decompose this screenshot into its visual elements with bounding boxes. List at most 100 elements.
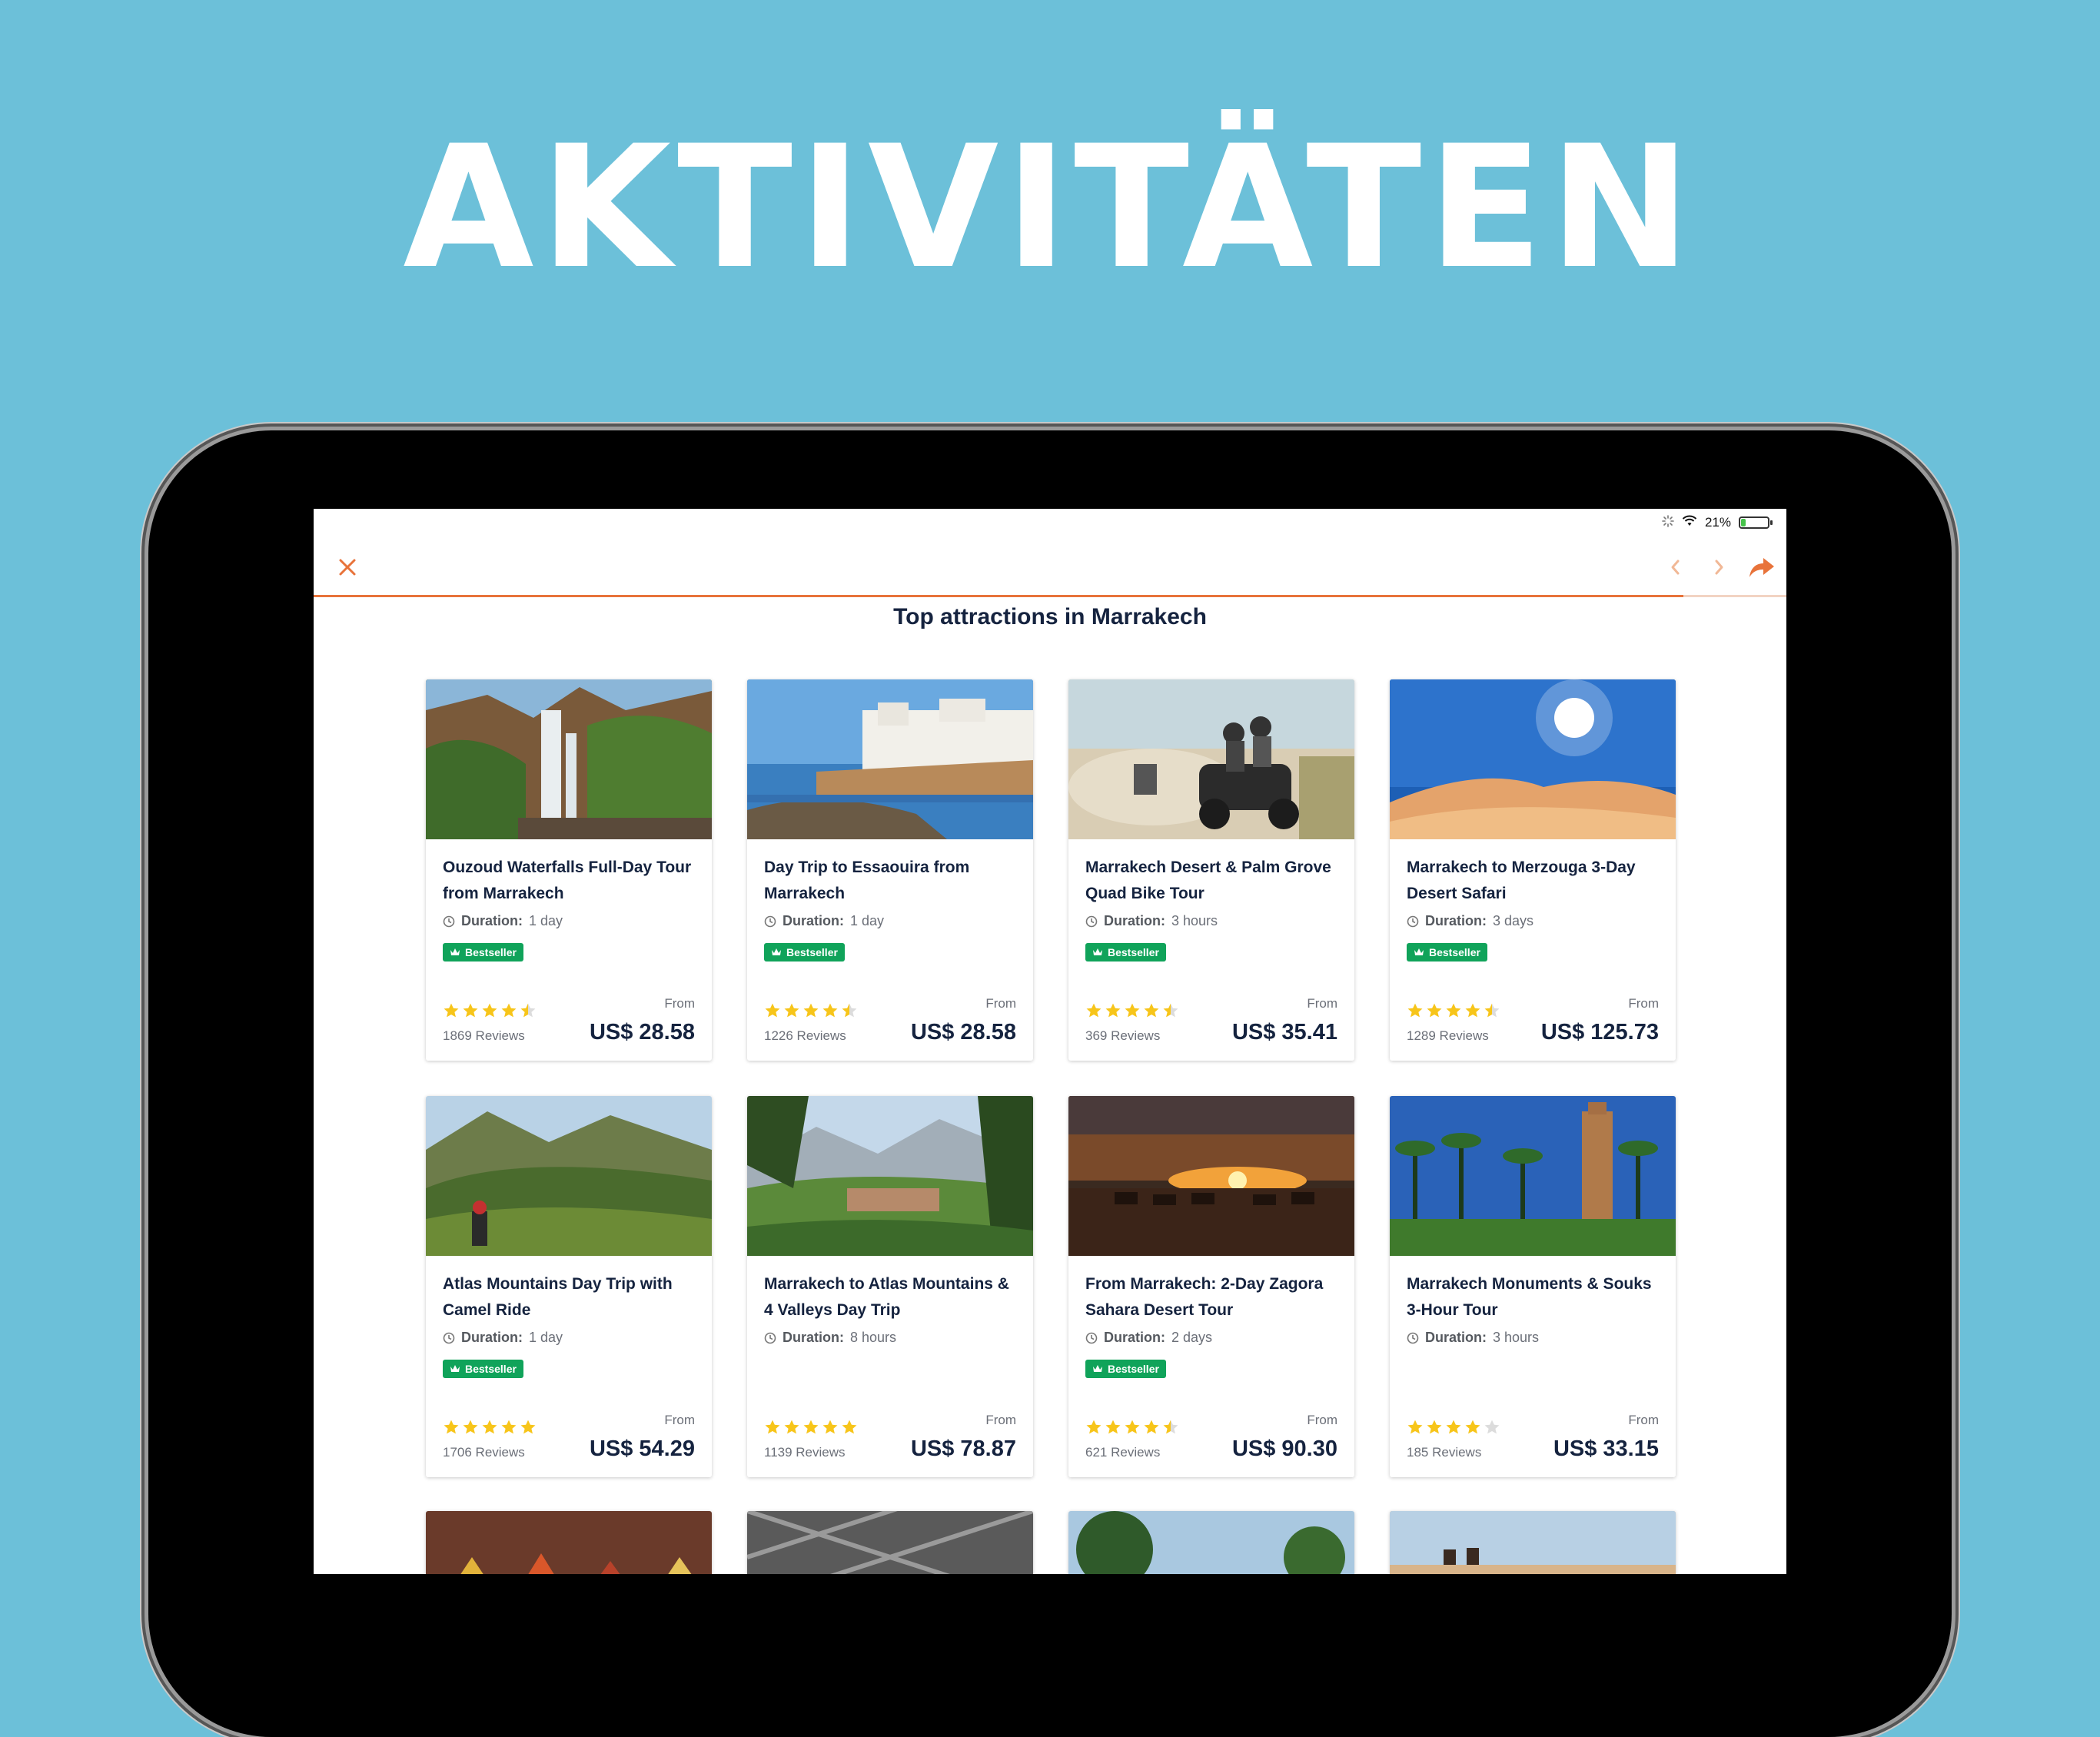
battery-level — [1741, 519, 1746, 526]
card-footer: 185 Reviews From US$ 33.15 — [1407, 1413, 1659, 1462]
card-footer: 621 Reviews From US$ 90.30 — [1085, 1413, 1337, 1462]
attraction-image — [1390, 679, 1676, 839]
attraction-title: Day Trip to Essaouira from Marrakech — [764, 859, 970, 902]
star-icon — [803, 1003, 819, 1018]
duration-value: 1 day — [850, 913, 885, 928]
star-icon — [1144, 1420, 1159, 1434]
from-label: From — [985, 1413, 1016, 1427]
price: US$ 28.58 — [910, 1020, 1016, 1045]
clock-icon — [443, 1332, 455, 1343]
bestseller-label: Bestseller — [465, 946, 517, 958]
attraction-card[interactable] — [426, 1511, 712, 1574]
bestseller-badge: Bestseller — [1085, 1360, 1166, 1378]
attraction-card[interactable] — [1068, 1511, 1354, 1574]
clock-icon — [1085, 915, 1098, 927]
share-button[interactable] — [1743, 549, 1780, 586]
duration-value: 1 day — [529, 1330, 563, 1345]
star-icon — [1407, 1420, 1423, 1434]
duration-row: Duration: 3 days — [1407, 913, 1659, 929]
star-icon — [803, 1420, 819, 1434]
duration-label: Duration: — [783, 913, 844, 928]
star-icon — [1446, 1420, 1461, 1434]
review-count: 1226 Reviews — [764, 1028, 846, 1043]
star-rating — [764, 1419, 858, 1436]
duration-label: Duration: — [1104, 913, 1165, 928]
attraction-image — [426, 1511, 712, 1574]
star-icon — [1484, 1003, 1500, 1018]
bestseller-label: Bestseller — [1429, 946, 1480, 958]
star-icon — [784, 1420, 799, 1434]
attraction-card[interactable]: Day Trip to Essaouira from Marrakech Dura… — [747, 679, 1033, 1061]
forward-button[interactable] — [1700, 549, 1737, 586]
duration-row: Duration: 1 day — [764, 913, 1016, 929]
attraction-card[interactable] — [1390, 1511, 1676, 1574]
attraction-card[interactable]: Marrakech to Atlas Mountains & 4 Valleys… — [747, 1096, 1033, 1477]
duration-label: Duration: — [461, 913, 523, 928]
crown-icon — [772, 948, 781, 955]
close-button[interactable] — [329, 549, 366, 586]
star-icon — [1465, 1003, 1480, 1018]
duration-value: 1 day — [529, 913, 563, 928]
duration-label: Duration: — [1425, 1330, 1487, 1345]
from-label: From — [664, 1413, 695, 1427]
star-icon — [822, 1003, 838, 1018]
bestseller-badge: Bestseller — [764, 943, 845, 961]
crown-icon — [1414, 948, 1424, 955]
bestseller-badge: Bestseller — [1407, 943, 1487, 961]
crown-icon — [450, 948, 460, 955]
share-icon — [1749, 558, 1774, 577]
attraction-image — [1068, 1096, 1354, 1256]
attraction-card[interactable] — [747, 1511, 1033, 1574]
bestseller-badge: Bestseller — [443, 1360, 523, 1378]
review-count: 369 Reviews — [1085, 1028, 1161, 1043]
attraction-card[interactable]: Marrakech Monuments & Souks 3-Hour Tour D… — [1390, 1096, 1676, 1477]
attraction-title: Marrakech Monuments & Souks 3-Hour Tour — [1407, 1275, 1652, 1319]
attraction-title: Ouzoud Waterfalls Full-Day Tour from Mar… — [443, 859, 692, 902]
attraction-card[interactable]: Marrakech Desert & Palm Grove Quad Bike … — [1068, 679, 1354, 1061]
star-icon — [1427, 1420, 1442, 1434]
duration-value: 3 hours — [1493, 1330, 1540, 1345]
attraction-image — [1068, 1511, 1354, 1574]
top-toolbar — [314, 540, 1786, 595]
attraction-image — [747, 1511, 1033, 1574]
attraction-image — [747, 1096, 1033, 1256]
attraction-title: Marrakech to Atlas Mountains & 4 Valleys… — [764, 1275, 1009, 1319]
bestseller-label: Bestseller — [1108, 1363, 1159, 1375]
star-icon — [463, 1003, 478, 1018]
star-icon — [482, 1420, 497, 1434]
star-icon — [1446, 1003, 1461, 1018]
star-icon — [1105, 1420, 1121, 1434]
attraction-card[interactable]: Marrakech to Merzouga 3-Day Desert Safar… — [1390, 679, 1676, 1061]
star-rating — [764, 1002, 858, 1019]
from-label: From — [1307, 1413, 1337, 1427]
duration-row: Duration: 3 hours — [1407, 1330, 1659, 1346]
star-rating — [443, 1419, 537, 1436]
attraction-image — [426, 1096, 712, 1256]
duration-value: 3 days — [1493, 913, 1534, 928]
price: US$ 28.58 — [589, 1020, 695, 1045]
attraction-card[interactable]: Atlas Mountains Day Trip with Camel Ride… — [426, 1096, 712, 1477]
attraction-image — [747, 679, 1033, 839]
duration-label: Duration: — [783, 1330, 844, 1345]
review-count: 1706 Reviews — [443, 1445, 525, 1460]
review-count: 185 Reviews — [1407, 1445, 1482, 1460]
clock-icon — [764, 1332, 776, 1343]
crown-icon — [1093, 948, 1102, 955]
card-footer: 1226 Reviews From US$ 28.58 — [764, 996, 1016, 1045]
review-count: 621 Reviews — [1085, 1445, 1161, 1460]
from-label: From — [664, 996, 695, 1011]
clock-icon — [1085, 1332, 1098, 1343]
attraction-card[interactable]: From Marrakech: 2-Day Zagora Sahara Dese… — [1068, 1096, 1354, 1477]
star-icon — [1125, 1003, 1140, 1018]
star-icon — [1407, 1003, 1423, 1018]
price: US$ 78.87 — [910, 1436, 1016, 1461]
star-icon — [520, 1420, 536, 1434]
attraction-image — [1390, 1096, 1676, 1256]
from-label: From — [1307, 996, 1337, 1011]
activity-icon — [1662, 514, 1674, 531]
duration-value: 8 hours — [850, 1330, 897, 1345]
star-icon — [444, 1420, 459, 1434]
page-title: Top attractions in Marrakech — [893, 604, 1207, 629]
attraction-card[interactable]: Ouzoud Waterfalls Full-Day Tour from Mar… — [426, 679, 712, 1061]
back-button[interactable] — [1657, 549, 1694, 586]
